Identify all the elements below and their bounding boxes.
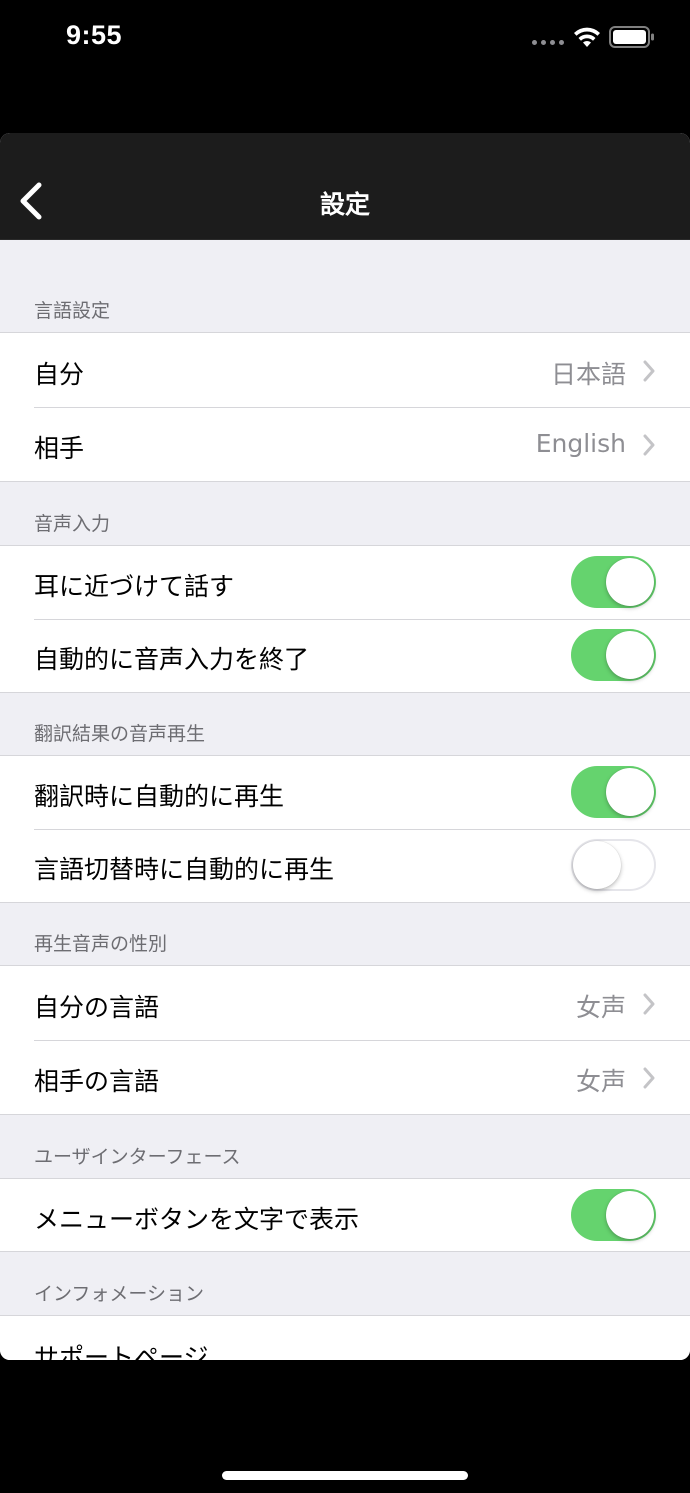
section-header-playback: 翻訳結果の音声再生 bbox=[34, 723, 206, 745]
navigation-bar: 設定 bbox=[0, 133, 690, 240]
section-header-information: インフォメーション bbox=[34, 1283, 205, 1305]
chevron-right-icon bbox=[643, 360, 655, 382]
screen: 9:55 設定 言語設定 自分 日本語 相手 English 音声入力 耳に近づ… bbox=[0, 0, 690, 1493]
toggle-knob bbox=[573, 841, 621, 889]
battery-icon bbox=[609, 26, 654, 48]
row-auto-end-voice-input: 自動的に音声入力を終了 bbox=[0, 619, 690, 692]
status-time: 9:55 bbox=[66, 20, 123, 50]
row-value: English bbox=[535, 429, 626, 458]
group-voice-input: 耳に近づけて話す 自動的に音声入力を終了 bbox=[0, 545, 690, 693]
row-own-language[interactable]: 自分 日本語 bbox=[0, 333, 690, 407]
row-label: 耳に近づけて話す bbox=[34, 572, 235, 601]
toggle-knob bbox=[606, 768, 654, 816]
menu-button-text-toggle[interactable] bbox=[571, 1189, 656, 1241]
group-user-interface: メニューボタンを文字で表示 bbox=[0, 1178, 690, 1252]
toggle-knob bbox=[606, 558, 654, 606]
row-label: 自動的に音声入力を終了 bbox=[34, 645, 310, 674]
auto-play-on-language-switch-toggle[interactable] bbox=[571, 839, 656, 891]
section-header-user-interface: ユーザインターフェース bbox=[34, 1146, 241, 1168]
status-bar: 9:55 bbox=[0, 0, 690, 80]
home-indicator[interactable] bbox=[222, 1471, 468, 1480]
chevron-right-icon bbox=[643, 993, 655, 1015]
row-label: 相手 bbox=[34, 434, 85, 463]
row-value: 女声 bbox=[575, 1067, 626, 1096]
cellular-signal-icon bbox=[532, 40, 566, 48]
toggle-knob bbox=[606, 1191, 654, 1239]
settings-sheet: 設定 言語設定 自分 日本語 相手 English 音声入力 耳に近づけて話す bbox=[0, 133, 690, 1360]
row-partner-language[interactable]: 相手 English bbox=[0, 407, 690, 481]
row-value: 日本語 bbox=[550, 360, 626, 389]
section-header-voice-input: 音声入力 bbox=[34, 513, 111, 535]
wifi-icon bbox=[574, 27, 600, 47]
auto-play-on-translate-toggle[interactable] bbox=[571, 766, 656, 818]
row-partner-language-voice[interactable]: 相手の言語 女声 bbox=[0, 1040, 690, 1114]
ear-proximity-toggle[interactable] bbox=[571, 556, 656, 608]
row-label: 自分 bbox=[34, 360, 85, 389]
page-title: 設定 bbox=[319, 190, 370, 219]
row-label: 相手の言語 bbox=[34, 1067, 160, 1096]
row-label: 言語切替時に自動的に再生 bbox=[34, 855, 335, 884]
group-language: 自分 日本語 相手 English bbox=[0, 332, 690, 482]
chevron-right-icon bbox=[643, 434, 655, 456]
toggle-knob bbox=[606, 631, 654, 679]
row-menu-button-text: メニューボタンを文字で表示 bbox=[0, 1179, 690, 1251]
group-information: サポートページ bbox=[0, 1315, 690, 1360]
section-header-voice-gender: 再生音声の性別 bbox=[34, 933, 168, 955]
row-ear-proximity: 耳に近づけて話す bbox=[0, 546, 690, 619]
row-label: 翻訳時に自動的に再生 bbox=[34, 782, 285, 811]
chevron-right-icon bbox=[643, 1067, 655, 1089]
group-playback: 翻訳時に自動的に再生 言語切替時に自動的に再生 bbox=[0, 755, 690, 903]
row-support-page[interactable]: サポートページ bbox=[0, 1316, 690, 1360]
row-label: メニューボタンを文字で表示 bbox=[34, 1205, 360, 1234]
row-auto-play-on-translate: 翻訳時に自動的に再生 bbox=[0, 756, 690, 829]
row-auto-play-on-language-switch: 言語切替時に自動的に再生 bbox=[0, 829, 690, 902]
row-label: 自分の言語 bbox=[34, 993, 160, 1022]
row-label: サポートページ bbox=[34, 1343, 209, 1360]
auto-end-voice-input-toggle[interactable] bbox=[571, 629, 656, 681]
group-voice-gender: 自分の言語 女声 相手の言語 女声 bbox=[0, 965, 690, 1115]
row-own-language-voice[interactable]: 自分の言語 女声 bbox=[0, 966, 690, 1040]
row-value: 女声 bbox=[575, 993, 626, 1022]
section-header-language: 言語設定 bbox=[34, 300, 111, 322]
